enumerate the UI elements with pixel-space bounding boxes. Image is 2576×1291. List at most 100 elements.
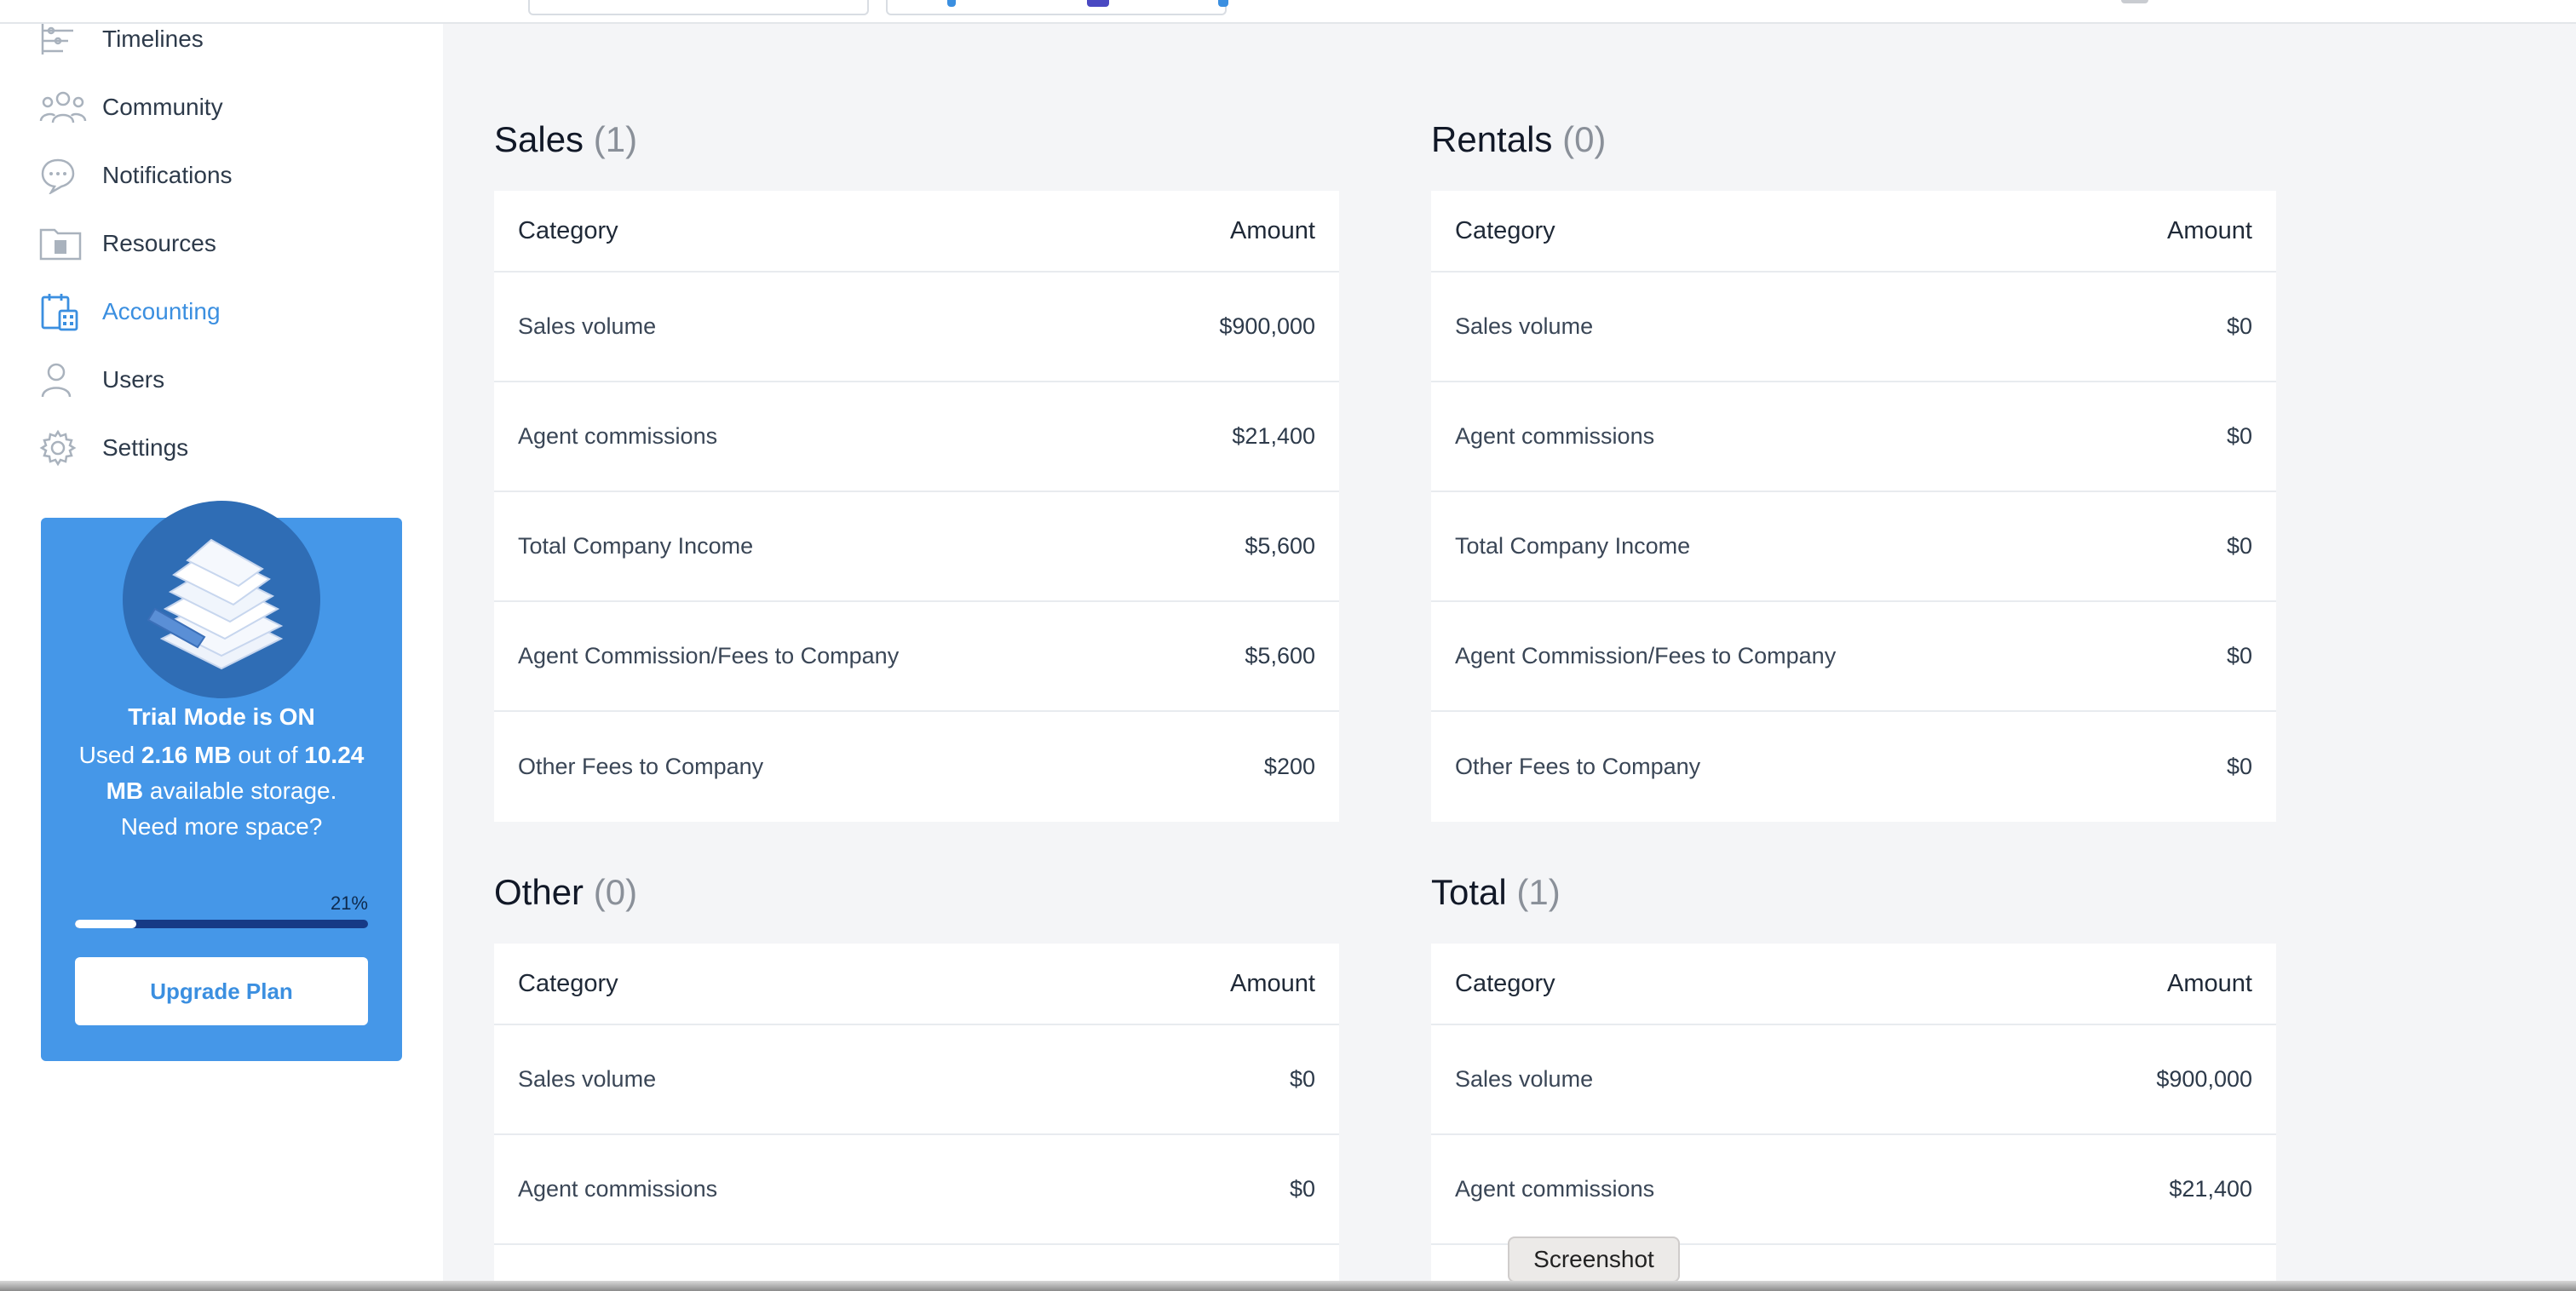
top-toolbar [0, 0, 2576, 24]
category-cell: Other Fees to Company [1455, 754, 1701, 779]
sidebar-item-label: Settings [102, 434, 189, 461]
section-title-text: Sales [494, 119, 584, 159]
table-row: Sales volume $900,000 [494, 273, 1339, 382]
timeline-icon [39, 19, 87, 60]
table-header: Category Amount [1431, 191, 2276, 273]
table-header: Category Amount [494, 944, 1339, 1025]
amount-column-header: Amount [2167, 969, 2252, 997]
toolbar-icon[interactable] [1087, 0, 1109, 7]
sidebar-item-label: Accounting [102, 298, 221, 324]
category-column-header: Category [518, 216, 618, 244]
documents-stack-icon [123, 501, 320, 698]
sidebar-item-users[interactable]: Users [39, 354, 414, 405]
trial-title: Trial Mode is ON [128, 703, 315, 730]
sidebar-item-resources[interactable]: Resources [39, 218, 414, 269]
notifications-icon [39, 155, 87, 196]
sidebar-item-notifications[interactable]: Notifications [39, 150, 414, 201]
amount-cell: $0 [2226, 313, 2252, 339]
category-cell: Sales volume [518, 1066, 657, 1092]
sidebar-item-community[interactable]: Community [39, 82, 414, 133]
rentals-section-title: Rentals (0) [1431, 119, 1606, 160]
category-column-header: Category [1455, 969, 1555, 997]
accounting-icon [39, 291, 87, 332]
storage-percent-label: 21% [330, 892, 368, 914]
section-count: (0) [1562, 119, 1607, 159]
toolbar-icon[interactable] [947, 0, 956, 7]
rentals-table: Category Amount Sales volume $0 Agent com… [1431, 191, 2276, 822]
table-row: Total Company Income $5,600 [494, 492, 1339, 602]
amount-cell: $900,000 [2156, 1066, 2252, 1092]
category-cell: Sales volume [518, 313, 657, 339]
category-cell: Agent Commission/Fees to Company [518, 643, 900, 668]
table-row: Agent commissions $0 [494, 1135, 1339, 1245]
amount-cell: $21,400 [2169, 1176, 2252, 1202]
filter-input-2[interactable] [886, 0, 1227, 15]
table-row: Other Fees to Company $200 [494, 712, 1339, 822]
toolbar-icon[interactable] [1218, 0, 1228, 7]
table-row: Agent Commission/Fees to Company $5,600 [494, 602, 1339, 712]
category-cell: Sales volume [1455, 1066, 1594, 1092]
table-row: Agent commissions $21,400 [1431, 1135, 2276, 1245]
user-icon [39, 359, 87, 400]
upgrade-plan-button[interactable]: Upgrade Plan [75, 957, 368, 1025]
sidebar-item-settings[interactable]: Settings [39, 422, 414, 473]
toolbar-icon[interactable] [2121, 0, 2148, 3]
table-row: Sales volume $900,000 [1431, 1025, 2276, 1135]
section-title-text: Total [1431, 872, 1507, 912]
category-cell: Agent commissions [1455, 1176, 1655, 1202]
amount-cell: $0 [2226, 533, 2252, 559]
category-cell: Agent Commission/Fees to Company [1455, 643, 1837, 668]
gear-icon [39, 427, 87, 468]
table-row: Other Fees to Company $0 [1431, 712, 2276, 822]
amount-cell: $5,600 [1245, 533, 1315, 559]
table-row: Sales volume $0 [494, 1025, 1339, 1135]
amount-cell: $21,400 [1232, 423, 1315, 449]
sidebar: Timelines Community Notifications Resour… [0, 0, 443, 1291]
table-header: Category Amount [1431, 944, 2276, 1025]
amount-column-header: Amount [1230, 969, 1315, 997]
other-section-title: Other (0) [494, 872, 637, 913]
sales-section-title: Sales (1) [494, 119, 637, 160]
filter-input[interactable] [528, 0, 869, 15]
category-cell: Total Company Income [518, 533, 754, 559]
category-cell: Total Company Income [1455, 533, 1691, 559]
usage-suffix: available storage. [143, 777, 337, 804]
amount-cell: $0 [2226, 423, 2252, 449]
storage-progress-fill [75, 920, 137, 928]
table-row: Agent commissions $21,400 [494, 382, 1339, 492]
category-cell: Agent commissions [518, 423, 718, 449]
sidebar-item-label: Users [102, 366, 165, 393]
usage-mid: out of [231, 742, 305, 768]
section-title-text: Other [494, 872, 584, 912]
amount-cell: $900,000 [1219, 313, 1315, 339]
category-column-header: Category [518, 969, 618, 997]
section-count: (1) [1516, 872, 1561, 912]
storage-progress-bar [75, 920, 368, 928]
resources-icon [39, 223, 87, 264]
screenshot-tooltip: Screenshot [1508, 1236, 1680, 1282]
amount-column-header: Amount [1230, 216, 1315, 244]
used-storage-value: 2.16 MB [141, 742, 232, 768]
usage-prefix: Used [78, 742, 141, 768]
category-cell: Agent commissions [518, 1176, 718, 1202]
sidebar-item-label: Community [102, 94, 223, 120]
amount-cell: $0 [2226, 643, 2252, 668]
amount-cell: $0 [1289, 1176, 1315, 1202]
sidebar-item-label: Timelines [102, 26, 204, 52]
sales-table: Category Amount Sales volume $900,000 Age… [494, 191, 1339, 822]
section-count: (0) [593, 872, 638, 912]
category-cell: Other Fees to Company [518, 754, 764, 779]
need-more-space-text: Need more space? [120, 813, 323, 840]
amount-cell: $200 [1263, 754, 1315, 779]
table-header: Category Amount [494, 191, 1339, 273]
sidebar-item-label: Notifications [102, 162, 233, 188]
table-row: Total Company Income $0 [1431, 492, 2276, 602]
section-count: (1) [593, 119, 638, 159]
storage-usage-text: Used 2.16 MB out of 10.24 MB available s… [66, 737, 377, 845]
section-title-text: Rentals [1431, 119, 1553, 159]
sidebar-item-accounting[interactable]: Accounting [39, 286, 414, 337]
amount-cell: $0 [1289, 1066, 1315, 1092]
community-icon [39, 87, 87, 128]
trial-card: Trial Mode is ON Used 2.16 MB out of 10.… [41, 501, 402, 1061]
table-row: Sales volume $0 [1431, 273, 2276, 382]
